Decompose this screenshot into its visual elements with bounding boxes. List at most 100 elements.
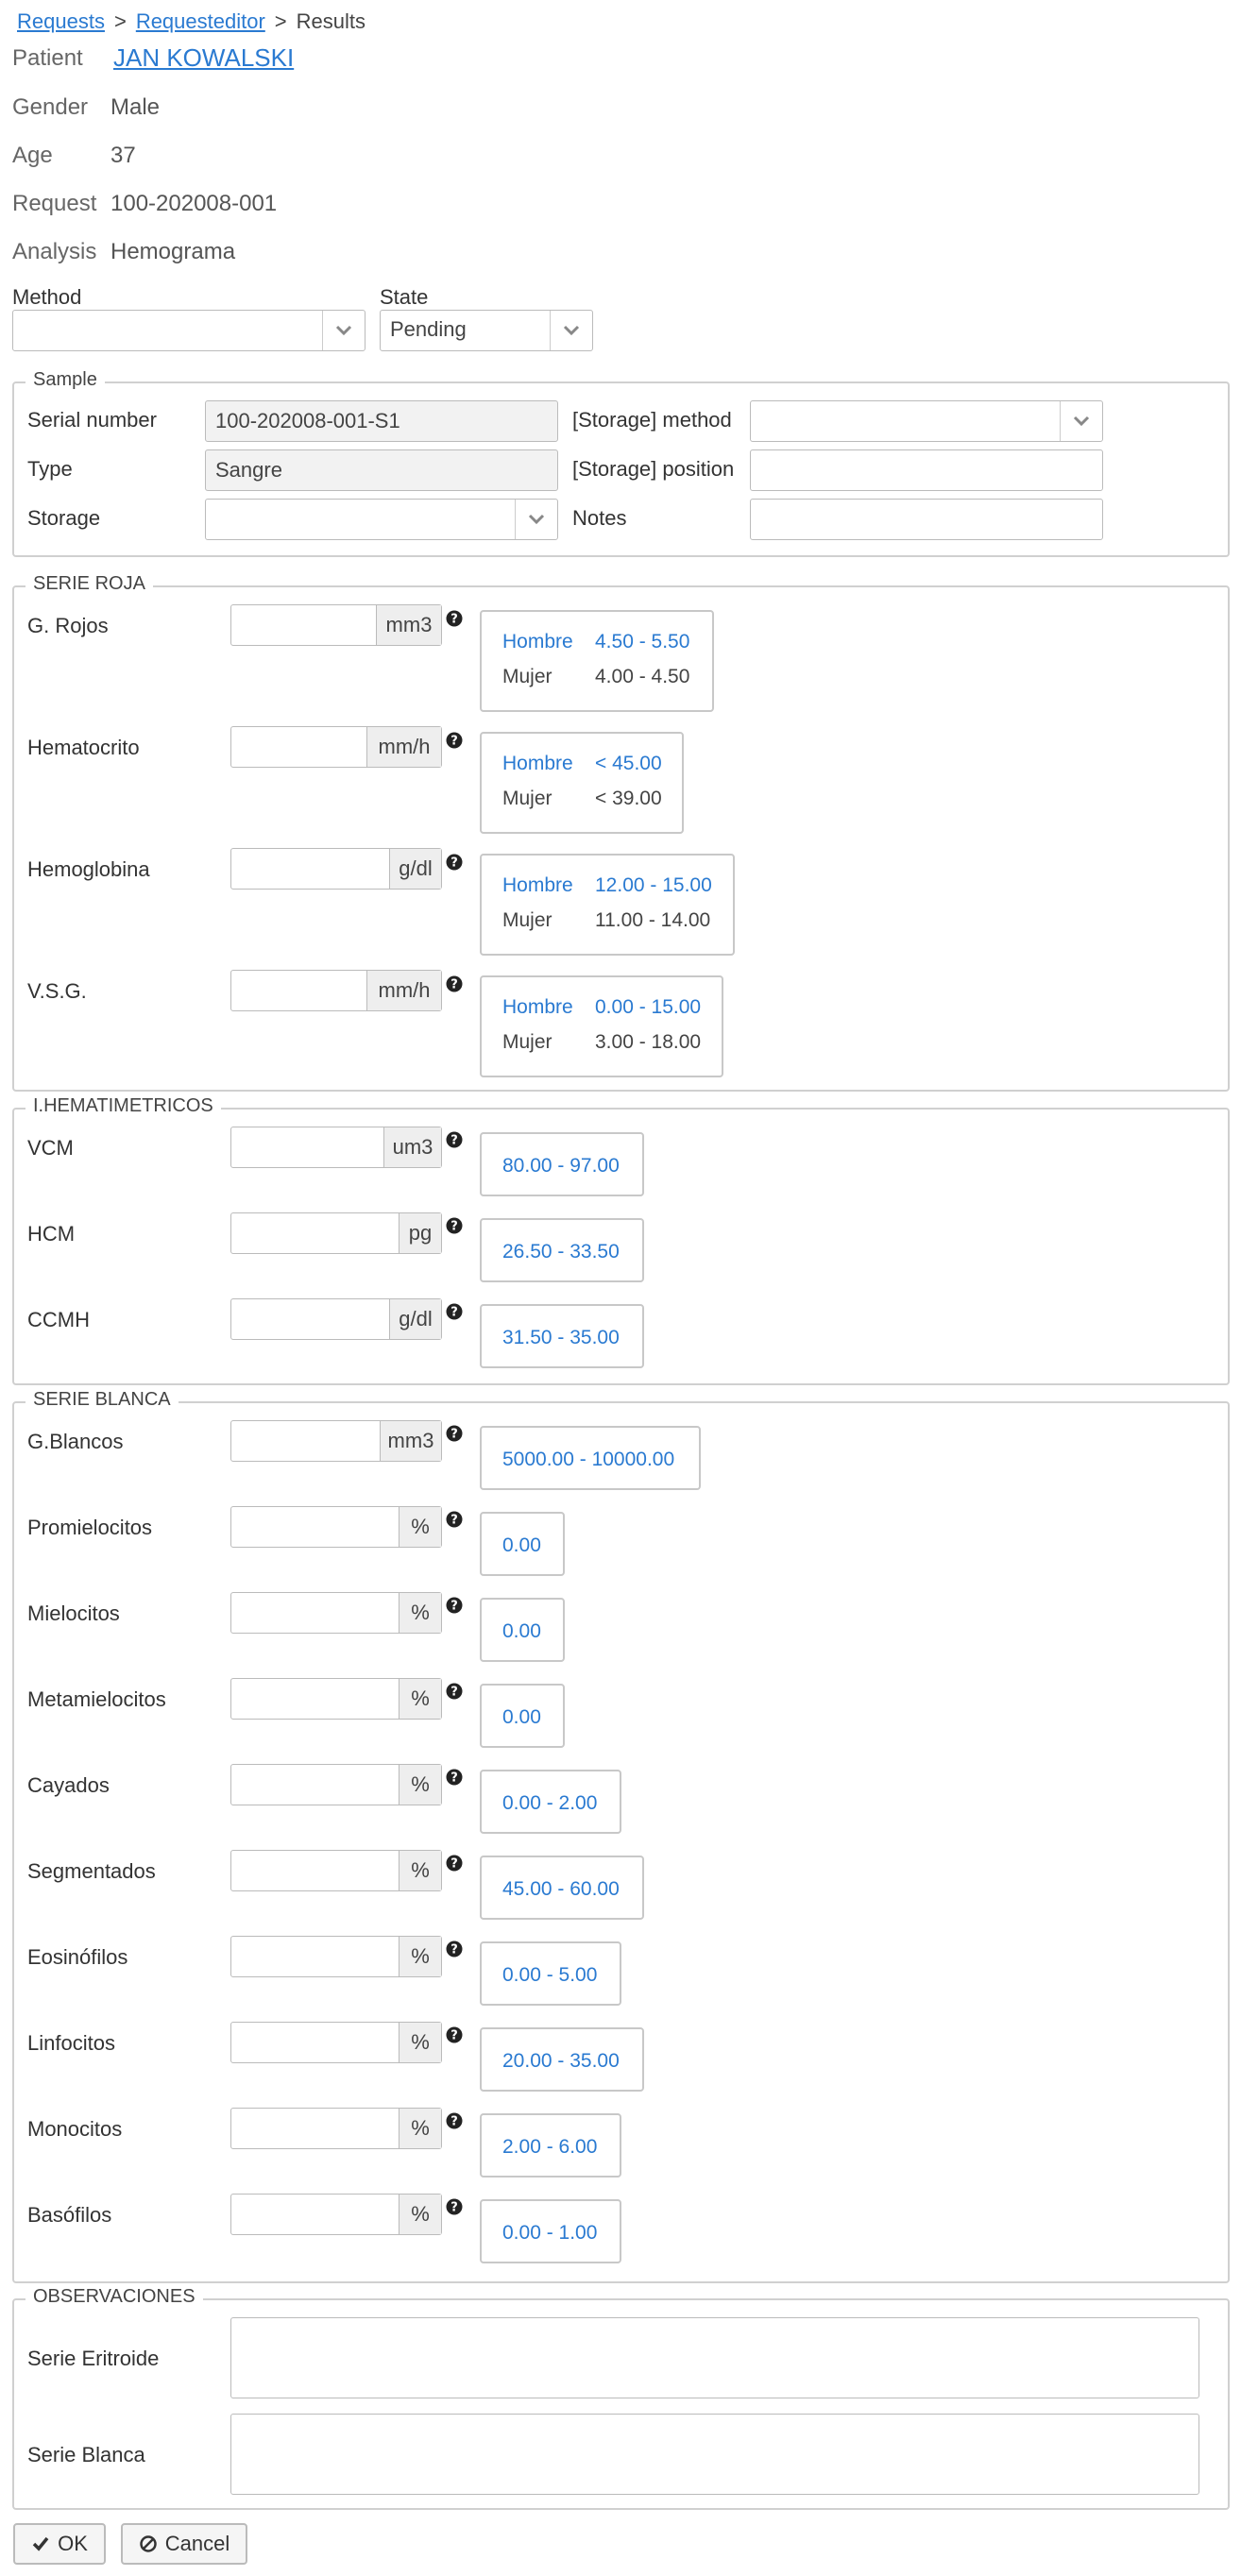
range-hombre-label: Hombre: [502, 753, 573, 774]
svg-text:?: ?: [450, 1134, 458, 1148]
storage-select[interactable]: [205, 499, 558, 540]
result-label: Eosinófilos: [27, 1945, 128, 1969]
question-circle-icon[interactable]: ?: [446, 1855, 463, 1872]
svg-text:?: ?: [450, 978, 458, 992]
unit-addon: mm3: [380, 1421, 441, 1461]
storage-position-label: [Storage] position: [572, 457, 735, 481]
range-mujer-label: Mujer: [502, 788, 552, 809]
question-circle-icon[interactable]: ?: [446, 1303, 463, 1320]
result-input[interactable]: pg: [230, 1212, 442, 1254]
method-label: Method: [12, 285, 82, 309]
question-circle-icon[interactable]: ?: [446, 1769, 463, 1786]
unit-addon: %: [399, 1851, 441, 1890]
result-input[interactable]: %: [230, 1506, 442, 1548]
question-circle-icon[interactable]: ?: [446, 1217, 463, 1234]
result-label: VCM: [27, 1136, 74, 1160]
range-value: 26.50 - 33.50: [502, 1241, 620, 1263]
result-input[interactable]: %: [230, 1678, 442, 1720]
result-input[interactable]: mm3: [230, 1420, 442, 1462]
question-circle-icon[interactable]: ?: [446, 1683, 463, 1700]
question-circle-icon[interactable]: ?: [446, 1597, 463, 1614]
question-circle-icon[interactable]: ?: [446, 732, 463, 749]
range-value: 0.00 - 2.00: [502, 1792, 598, 1814]
serie-eritroide-textarea[interactable]: [230, 2317, 1199, 2398]
range-value: 5000.00 - 10000.00: [502, 1449, 675, 1470]
range-mujer-value: 3.00 - 18.00: [595, 1031, 702, 1053]
result-input[interactable]: mm/h: [230, 970, 442, 1011]
result-input[interactable]: mm/h: [230, 726, 442, 768]
svg-text:?: ?: [450, 1514, 458, 1528]
reference-range-box: 2.00 - 6.00: [480, 2113, 621, 2178]
hematimetricos-legend: I.HEMATIMETRICOS: [26, 1095, 221, 1117]
question-circle-icon[interactable]: ?: [446, 1425, 463, 1442]
breadcrumb-current: Results: [296, 9, 366, 33]
result-label: CCMH: [27, 1308, 90, 1331]
unit-addon: %: [399, 2109, 441, 2148]
range-value: 0.00: [502, 1620, 541, 1642]
result-input[interactable]: %: [230, 2194, 442, 2235]
result-input[interactable]: %: [230, 2108, 442, 2149]
breadcrumb-link-requesteditor[interactable]: Requesteditor: [136, 9, 265, 33]
result-input[interactable]: g/dl: [230, 848, 442, 890]
result-label: V.S.G.: [27, 979, 87, 1003]
type-input[interactable]: Sangre: [205, 449, 558, 491]
result-input[interactable]: g/dl: [230, 1298, 442, 1340]
patient-link[interactable]: JAN KOWALSKI: [113, 43, 294, 73]
question-circle-icon[interactable]: ?: [446, 975, 463, 992]
age-value: 37: [110, 143, 136, 168]
reference-range-box: Hombre 0.00 - 15.00 Mujer 3.00 - 18.00: [480, 975, 723, 1077]
result-input[interactable]: %: [230, 1592, 442, 1634]
question-circle-icon[interactable]: ?: [446, 610, 463, 627]
question-circle-icon[interactable]: ?: [446, 854, 463, 871]
result-label: HCM: [27, 1222, 76, 1246]
result-input[interactable]: %: [230, 2022, 442, 2063]
storage-position-input[interactable]: [750, 449, 1103, 491]
type-value: Sangre: [215, 458, 282, 482]
range-hombre-label: Hombre: [502, 874, 573, 896]
result-input[interactable]: um3: [230, 1127, 442, 1168]
notes-input[interactable]: [750, 499, 1103, 540]
serial-number-input[interactable]: 100-202008-001-S1: [205, 400, 558, 442]
reference-range-box: 31.50 - 35.00: [480, 1304, 644, 1368]
cancel-button-label: Cancel: [164, 2532, 230, 2555]
question-circle-icon[interactable]: ?: [446, 1511, 463, 1528]
unit-addon: %: [399, 1507, 441, 1547]
chevron-down-icon: [550, 311, 592, 350]
result-label: Hematocrito: [27, 736, 140, 759]
cancel-button[interactable]: Cancel: [121, 2523, 247, 2565]
ok-button[interactable]: OK: [13, 2523, 106, 2565]
result-input[interactable]: %: [230, 1850, 442, 1891]
breadcrumb-separator: >: [274, 9, 287, 33]
svg-text:?: ?: [450, 613, 458, 627]
range-value: 0.00 - 1.00: [502, 2222, 598, 2244]
storage-method-select[interactable]: [750, 400, 1103, 442]
state-select[interactable]: Pending: [380, 310, 593, 351]
question-circle-icon[interactable]: ?: [446, 1940, 463, 1957]
result-input[interactable]: %: [230, 1936, 442, 1977]
storage-method-label: [Storage] method: [572, 408, 732, 432]
state-value: Pending: [390, 317, 467, 341]
result-input[interactable]: %: [230, 1764, 442, 1805]
type-label: Type: [27, 457, 73, 481]
reference-range-box: 80.00 - 97.00: [480, 1132, 644, 1196]
result-input[interactable]: mm3: [230, 604, 442, 646]
question-circle-icon[interactable]: ?: [446, 2198, 463, 2215]
question-circle-icon[interactable]: ?: [446, 2026, 463, 2043]
unit-addon: mm/h: [366, 971, 441, 1010]
serie-blanca-textarea[interactable]: [230, 2414, 1199, 2495]
method-select[interactable]: [12, 310, 366, 351]
range-mujer-value: < 39.00: [595, 788, 662, 809]
result-label: Segmentados: [27, 1859, 156, 1883]
range-value: 0.00: [502, 1706, 541, 1728]
range-value: 0.00 - 5.00: [502, 1964, 598, 1986]
breadcrumb-link-requests[interactable]: Requests: [17, 9, 105, 33]
result-label: Mielocitos: [27, 1602, 120, 1625]
result-label: Monocitos: [27, 2117, 123, 2141]
serie-roja-legend: SERIE ROJA: [26, 573, 153, 595]
question-circle-icon[interactable]: ?: [446, 2112, 463, 2129]
serie-eritroide-label: Serie Eritroide: [27, 2347, 160, 2370]
unit-addon: %: [399, 2195, 441, 2234]
svg-text:?: ?: [450, 1857, 458, 1872]
question-circle-icon[interactable]: ?: [446, 1131, 463, 1148]
range-mujer-label: Mujer: [502, 1031, 552, 1053]
